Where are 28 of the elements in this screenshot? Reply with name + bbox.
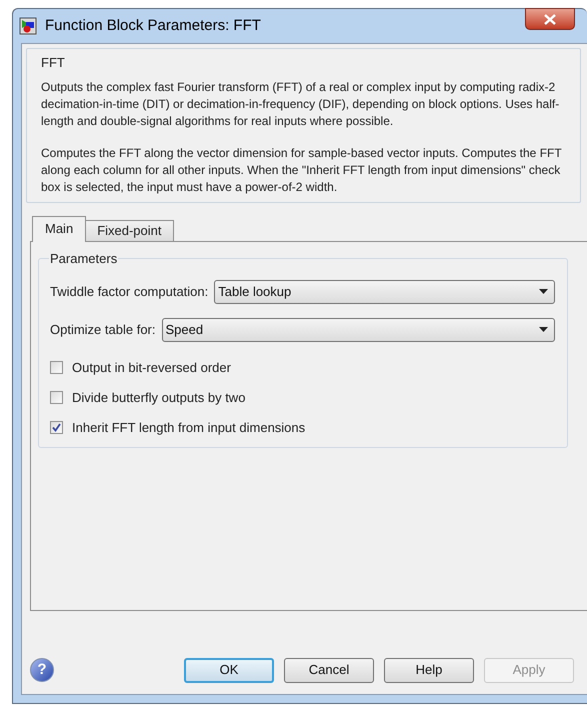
dropdown[interactable]: Table lookup	[214, 280, 555, 304]
dropdown-value: Table lookup	[218, 282, 292, 301]
field-label: Optimize table for:	[50, 320, 156, 339]
dialog-button[interactable]: Cancel	[284, 658, 374, 682]
dropdown-arrow-icon	[539, 289, 548, 294]
close-button[interactable]	[525, 8, 575, 30]
window-title: Function Block Parameters: FFT	[45, 16, 261, 36]
checkbox[interactable]	[50, 361, 63, 374]
dropdown[interactable]: Speed	[162, 318, 555, 342]
description-text: Outputs the complex fast Fourier transform (FFT) of a real or complex input by computing radix-2 decimation-in-time (DIT) or decimation-in-frequency (DIF), depending on block options. Uses half-length and double-signal algorithms for real inputs where possible.	[41, 78, 560, 130]
field-label: Twiddle factor computation:	[50, 282, 208, 301]
close-icon	[544, 14, 556, 24]
description-text: Computes the FFT along the vector dimension for sample-based vector inputs. Computes the FFT along each column for all other inputs. When the "Inherit FFT length from input dimensions" check box is selected, the input must have a power-of-2 width.	[41, 144, 562, 196]
tab[interactable]: Main	[32, 216, 86, 242]
dialog-button[interactable]: OK	[184, 658, 274, 682]
checkbox[interactable]	[50, 391, 63, 404]
check-icon	[52, 423, 61, 432]
checkbox-label: Divide butterfly outputs by two	[72, 388, 246, 407]
checkbox[interactable]	[50, 421, 63, 434]
dropdown-value: Speed	[166, 320, 204, 339]
dropdown-arrow-icon	[539, 327, 548, 332]
checkbox-label: Inherit FFT length from input dimensions	[72, 418, 306, 437]
app-icon	[19, 17, 37, 35]
dialog-button[interactable]: Help	[384, 658, 474, 682]
group-title: FFT	[41, 54, 66, 72]
checkbox-label: Output in bit-reversed order	[72, 358, 231, 377]
tab[interactable]: Fixed-point	[86, 220, 174, 242]
help-icon[interactable]: ?	[30, 658, 54, 682]
